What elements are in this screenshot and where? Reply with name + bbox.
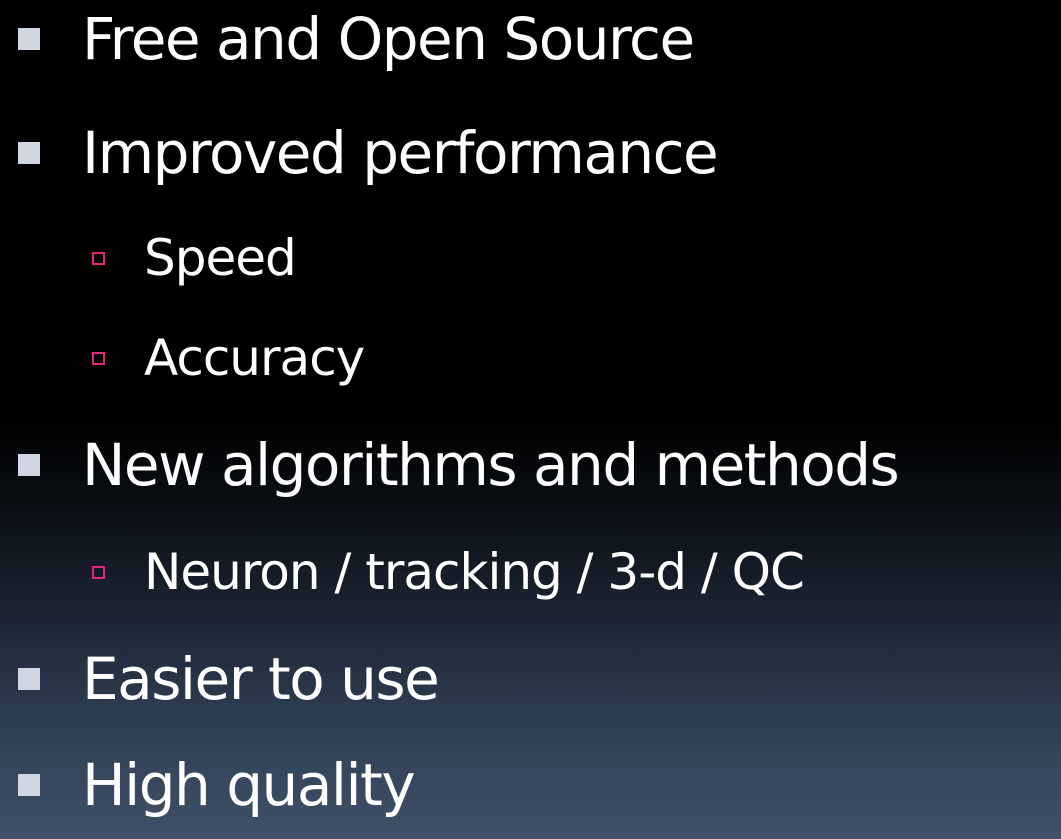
bullet-item: Free and Open Source: [18, 5, 695, 73]
bullet-text: Easier to use: [82, 645, 440, 713]
bullet-item: New algorithms and methods: [18, 431, 900, 499]
sub-bullet-item: Accuracy: [92, 329, 365, 387]
square-bullet-icon: [18, 668, 40, 690]
bullet-text: New algorithms and methods: [82, 431, 900, 499]
bullet-item: Improved performance: [18, 119, 719, 187]
square-bullet-icon: [18, 774, 40, 796]
bullet-item: Easier to use: [18, 645, 440, 713]
square-bullet-icon: [18, 454, 40, 476]
sub-bullet-item: Neuron / tracking / 3-d / QC: [92, 543, 805, 601]
square-bullet-icon: [18, 28, 40, 50]
hollow-square-bullet-icon: [92, 251, 105, 265]
bullet-text: High quality: [82, 751, 416, 819]
bullet-text: Free and Open Source: [82, 5, 695, 73]
sub-bullet-item: Speed: [92, 229, 297, 287]
bullet-text: Improved performance: [82, 119, 719, 187]
hollow-square-bullet-icon: [92, 565, 105, 579]
sub-bullet-text: Accuracy: [144, 329, 365, 387]
hollow-square-bullet-icon: [92, 351, 105, 365]
square-bullet-icon: [18, 142, 40, 164]
sub-bullet-text: Speed: [144, 229, 297, 287]
sub-bullet-text: Neuron / tracking / 3-d / QC: [144, 543, 805, 601]
slide: Free and Open Source Improved performanc…: [0, 0, 1061, 839]
bullet-item: High quality: [18, 751, 416, 819]
